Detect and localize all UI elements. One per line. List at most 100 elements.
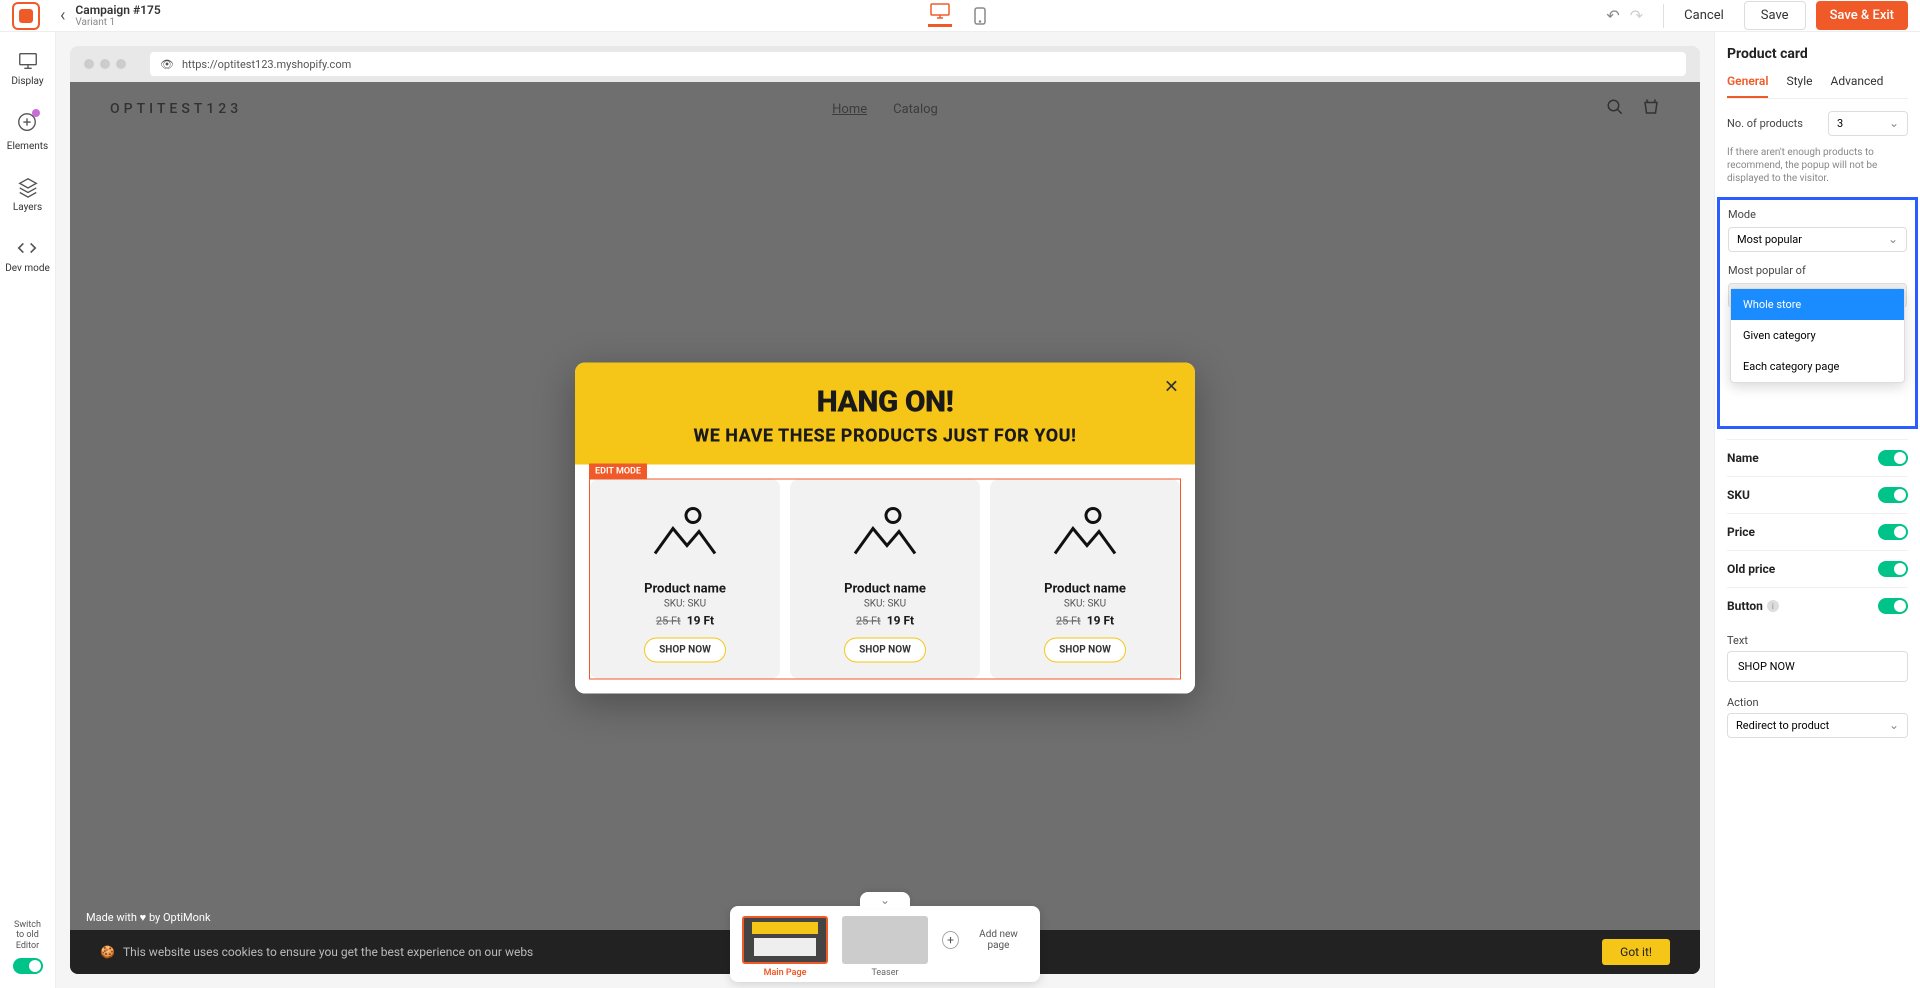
- nav-devmode[interactable]: Dev mode: [5, 237, 50, 274]
- oldprice-toggle-label: Old price: [1727, 562, 1775, 576]
- nav-layers-label: Layers: [13, 202, 42, 213]
- mobile-icon[interactable]: [968, 5, 992, 27]
- tab-advanced[interactable]: Advanced: [1831, 74, 1884, 98]
- panel-title: Product card: [1727, 46, 1908, 62]
- product-card-row[interactable]: Product name SKU: SKU 25 Ft 19 Ft SHOP NO…: [589, 479, 1181, 680]
- product-sku: SKU: SKU: [600, 599, 770, 610]
- close-icon[interactable]: ✕: [1164, 377, 1179, 398]
- window-dot: [84, 59, 94, 69]
- add-new-page[interactable]: Add new page: [942, 916, 1028, 978]
- switch-editor[interactable]: Switch to old Editor: [13, 920, 43, 974]
- mode-label: Mode: [1728, 208, 1907, 221]
- product-card: Product name SKU: SKU 25 Ft19 Ft SHOP NO…: [790, 480, 980, 679]
- cookie-icon: 🍪: [100, 945, 115, 959]
- save-exit-button[interactable]: Save & Exit: [1816, 1, 1908, 30]
- highlighted-section: Mode Most popular Most popular of Whole …: [1717, 197, 1918, 429]
- tab-general[interactable]: General: [1727, 74, 1768, 98]
- product-image-placeholder: [1000, 494, 1170, 574]
- eye-icon: 👁: [160, 58, 174, 71]
- product-sku: SKU: SKU: [800, 599, 970, 610]
- dropdown-option[interactable]: Each category page: [1731, 351, 1904, 382]
- sku-toggle[interactable]: [1878, 487, 1908, 503]
- cookie-accept-button[interactable]: Got it!: [1602, 939, 1670, 965]
- add-page-label: Add new page: [969, 929, 1028, 951]
- shop-now-button[interactable]: SHOP NOW: [844, 638, 926, 663]
- variant-label: Variant 1: [75, 17, 160, 28]
- popup-subtitle: WE HAVE THESE PRODUCTS JUST FOR YOU!: [595, 426, 1175, 447]
- nav-elements[interactable]: Elements: [7, 111, 48, 152]
- url-bar[interactable]: 👁 https://optitest123.myshopify.com: [150, 52, 1686, 76]
- save-button[interactable]: Save: [1744, 1, 1806, 30]
- desktop-icon[interactable]: [928, 5, 952, 27]
- price-toggle-label: Price: [1727, 525, 1755, 539]
- name-toggle[interactable]: [1878, 450, 1908, 466]
- price: 19 Ft: [687, 614, 714, 628]
- old-price: 25 Ft: [656, 615, 681, 628]
- back-chevron-icon[interactable]: ‹: [60, 5, 65, 26]
- nav-layers[interactable]: Layers: [13, 176, 42, 213]
- mode-select[interactable]: Most popular: [1728, 227, 1907, 252]
- num-products-label: No. of products: [1727, 117, 1803, 130]
- product-card: Product name SKU: SKU 25 Ft 19 Ft SHOP NO…: [590, 480, 780, 679]
- edit-mode-badge: EDIT MODE: [589, 464, 647, 480]
- campaign-title: Campaign #175: [75, 3, 160, 17]
- switch-line3: Editor: [16, 941, 39, 951]
- thumb-main-page[interactable]: Main Page: [742, 916, 828, 978]
- dropdown-option[interactable]: Whole store: [1731, 289, 1904, 320]
- price-toggle[interactable]: [1878, 524, 1908, 540]
- name-toggle-label: Name: [1727, 451, 1759, 465]
- made-with-badge: Made with ♥ by OptiMonk: [86, 911, 211, 924]
- sku-toggle-label: SKU: [1727, 488, 1750, 502]
- switch-line2: to old: [16, 930, 39, 940]
- thumb-label: Main Page: [742, 968, 828, 978]
- cancel-button[interactable]: Cancel: [1674, 2, 1734, 29]
- dropdown-option[interactable]: Given category: [1731, 320, 1904, 351]
- product-image-placeholder: [600, 494, 770, 574]
- shop-now-button[interactable]: SHOP NOW: [644, 638, 726, 663]
- price: 19 Ft: [1087, 614, 1114, 628]
- url-text: https://optitest123.myshopify.com: [182, 58, 351, 71]
- info-icon[interactable]: i: [1767, 600, 1779, 612]
- redo-icon[interactable]: ↷: [1630, 6, 1643, 25]
- popular-of-label: Most popular of: [1728, 264, 1907, 277]
- switch-line1: Switch: [14, 920, 41, 930]
- text-label: Text: [1727, 634, 1908, 647]
- dock-handle-icon[interactable]: ⌄: [860, 892, 910, 908]
- shop-now-button[interactable]: SHOP NOW: [1044, 638, 1126, 663]
- cookie-text: This website uses cookies to ensure you …: [123, 945, 533, 959]
- app-logo[interactable]: [12, 2, 40, 30]
- product-sku: SKU: SKU: [1000, 599, 1170, 610]
- button-text-input[interactable]: [1727, 651, 1908, 682]
- page-thumbnails: ⌄ Main Page Teaser Add new page: [730, 906, 1040, 982]
- button-toggle[interactable]: [1878, 598, 1908, 614]
- popup-header: ✕ HANG ON! WE HAVE THESE PRODUCTS JUST F…: [575, 363, 1195, 465]
- right-panel: Product card General Style Advanced No. …: [1714, 32, 1920, 988]
- thumb-label: Teaser: [842, 968, 928, 978]
- product-name: Product name: [800, 582, 970, 597]
- popular-of-dropdown: Whole store Given category Each category…: [1730, 288, 1905, 383]
- window-dot: [116, 59, 126, 69]
- nav-display-label: Display: [11, 76, 43, 87]
- old-price: 25 Ft: [1056, 615, 1081, 628]
- price: 19 Ft: [887, 614, 914, 628]
- tab-style[interactable]: Style: [1786, 74, 1812, 98]
- product-name: Product name: [1000, 582, 1170, 597]
- nav-display[interactable]: Display: [11, 50, 43, 87]
- nav-devmode-label: Dev mode: [5, 263, 50, 274]
- left-sidebar: Display Elements Layers Dev mode Switch …: [0, 32, 56, 988]
- old-editor-toggle[interactable]: [13, 958, 43, 974]
- window-dot: [100, 59, 110, 69]
- canvas: 👁 https://optitest123.myshopify.com OPTI…: [56, 32, 1714, 988]
- campaign-info: Campaign #175 Variant 1: [75, 3, 160, 28]
- top-bar: ‹ Campaign #175 Variant 1 ↶ ↷ Cancel Sav…: [0, 0, 1920, 32]
- action-label: Action: [1727, 696, 1908, 709]
- thumb-teaser[interactable]: Teaser: [842, 916, 928, 978]
- action-select[interactable]: Redirect to product: [1727, 713, 1908, 738]
- nav-elements-label: Elements: [7, 141, 48, 152]
- num-products-select[interactable]: 3: [1828, 111, 1908, 136]
- device-toggle: [928, 5, 992, 27]
- popup: ✕ HANG ON! WE HAVE THESE PRODUCTS JUST F…: [575, 363, 1195, 694]
- oldprice-toggle[interactable]: [1878, 561, 1908, 577]
- product-name: Product name: [600, 582, 770, 597]
- undo-icon[interactable]: ↶: [1606, 6, 1619, 25]
